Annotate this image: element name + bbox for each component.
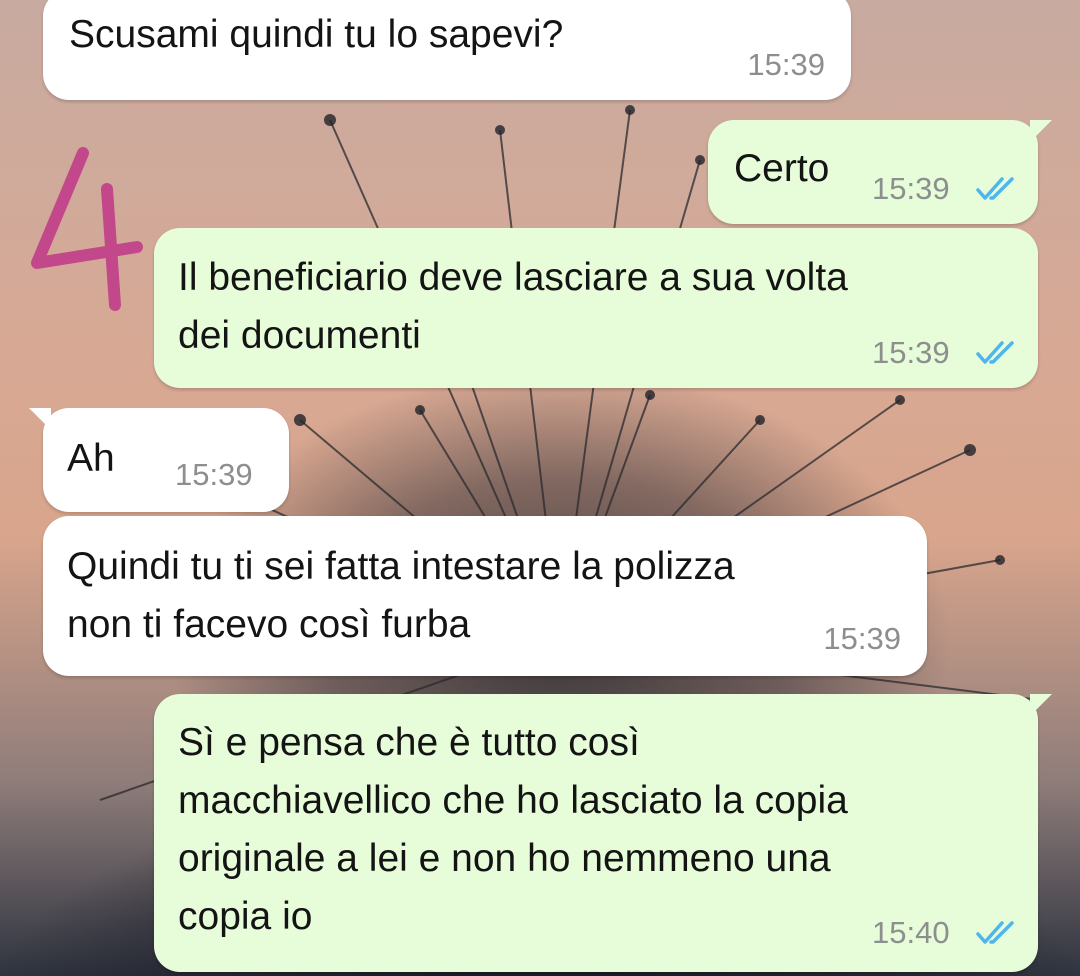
message-text: Ah (67, 437, 115, 480)
bubble-tail (1030, 120, 1052, 142)
message-text: Scusami quindi tu lo sapevi? (69, 13, 564, 56)
bubble-tail (29, 408, 51, 430)
message-text: Sì e pensa che è tutto così macchiavelli… (178, 721, 848, 938)
double-check-icon (976, 341, 1014, 364)
incoming-message[interactable]: Ah 15:39 (29, 408, 289, 512)
message-time: 15:39 (175, 457, 253, 492)
message-time: 15:39 (823, 621, 901, 656)
outgoing-message[interactable]: Sì e pensa che è tutto così macchiavelli… (154, 694, 1052, 972)
bubble-tail (1030, 694, 1052, 716)
message-time: 15:39 (747, 47, 825, 82)
message-time: 15:39 (872, 335, 950, 370)
message-text: Il beneficiario deve lasciare a sua volt… (178, 256, 848, 357)
outgoing-message[interactable]: Certo 15:39 (708, 120, 1052, 224)
double-check-icon (976, 177, 1014, 200)
message-text: Certo (734, 147, 830, 190)
message-text: Quindi tu ti sei fatta intestare la poli… (67, 545, 735, 646)
incoming-message[interactable]: Scusami quindi tu lo sapevi? 15:39 (43, 0, 851, 100)
message-time: 15:39 (872, 171, 950, 206)
message-time: 15:40 (872, 915, 950, 950)
annotation-number-four: 4 (15, 145, 145, 320)
double-check-icon (976, 921, 1014, 944)
incoming-message[interactable]: Quindi tu ti sei fatta intestare la poli… (43, 516, 927, 676)
outgoing-message[interactable]: Il beneficiario deve lasciare a sua volt… (154, 228, 1038, 388)
